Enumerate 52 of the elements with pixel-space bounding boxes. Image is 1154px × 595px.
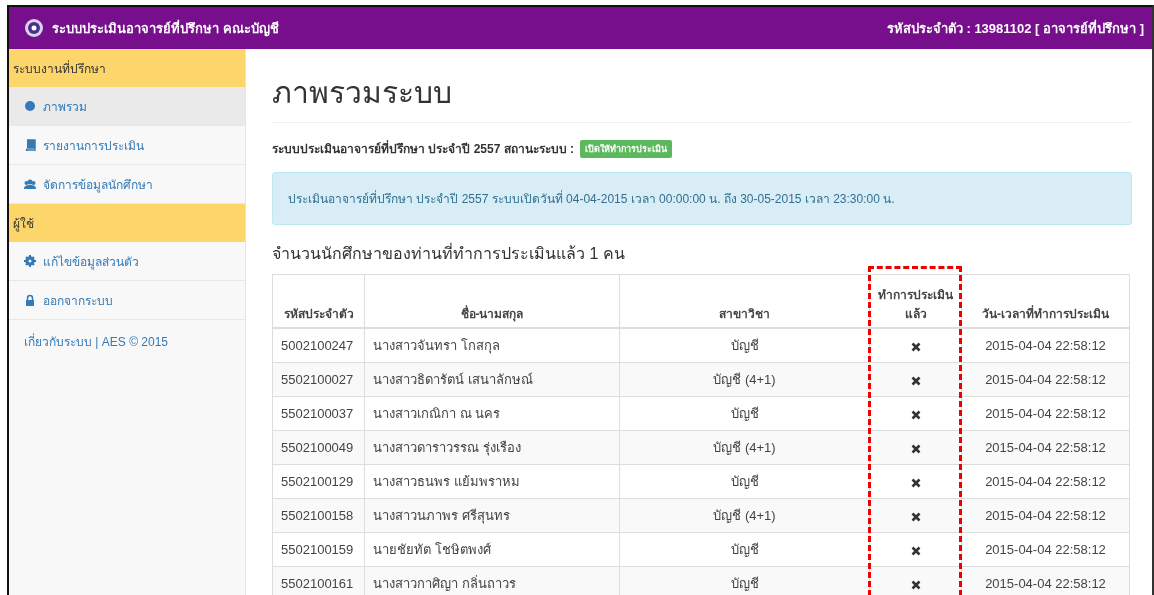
table-cell: 5502100158: [272, 498, 365, 533]
column-header: ชื่อ-นามสกุล: [364, 274, 620, 328]
table-cell: นางสาวธนพร แย้มพราหม: [364, 464, 620, 499]
column-header: สาขาวิชา: [619, 274, 870, 328]
table-cell: 2015-04-04 22:58:12: [961, 532, 1130, 567]
table-cell: 5502100037: [272, 396, 365, 431]
gear-icon: [24, 255, 36, 267]
table-cell: บัญชี: [619, 532, 870, 567]
table-cell: 2015-04-04 22:58:12: [961, 430, 1130, 465]
table-cell: นางสาวธิดารัตน์ เสนาลักษณ์: [364, 362, 620, 397]
column-header: ทำการประเมินแล้ว: [869, 274, 962, 328]
table-cell: 5002100247: [272, 328, 365, 363]
table-cell: บัญชี (4+1): [619, 362, 870, 397]
app-title: ระบบประเมินอาจารย์ที่ปรึกษา คณะบัญชี: [52, 18, 279, 39]
user-info: รหัสประจำตัว : 13981102 [ อาจารย์ที่ปรึกษา ]: [886, 18, 1144, 38]
status-badge: เปิดให้ทำการประเมิน: [580, 139, 673, 158]
sidebar-item[interactable]: ภาพรวม: [9, 87, 245, 126]
lock-icon: [24, 294, 36, 306]
table-cell: บัญชี: [619, 396, 870, 431]
table-cell: นางสาวนภาพร ศรีสุนทร: [364, 498, 620, 533]
table-cell: 5502100161: [272, 566, 365, 595]
table-cell: นางสาวจันทรา โกสกุล: [364, 328, 620, 363]
table-cell: นางสาวกาศิญา กลิ่นถาวร: [364, 566, 620, 595]
page-title: ภาพรวมระบบ: [272, 69, 1132, 123]
section-header: ผู้ใช้: [9, 204, 245, 242]
table-cell: 2015-04-04 22:58:12: [961, 464, 1130, 499]
table-cell: บัญชี: [619, 566, 870, 595]
table-cell: 2015-04-04 22:58:12: [961, 328, 1130, 363]
about-link[interactable]: เกี่ยวกับระบบ | AES © 2015: [9, 320, 245, 363]
book-icon: [24, 139, 36, 151]
section-header: ระบบงานที่ปรึกษา: [9, 49, 245, 87]
table-cell: 2015-04-04 22:58:12: [961, 498, 1130, 533]
table-cell: 2015-04-04 22:58:12: [961, 362, 1130, 397]
table-cell: 5502100049: [272, 430, 365, 465]
users-icon: [24, 178, 36, 190]
column-header: รหัสประจำตัว: [272, 274, 365, 328]
table-cell: 5502100159: [272, 532, 365, 567]
table-cell: นายชัยทัต โชษิตพงศ์: [364, 532, 620, 567]
table-cell: บัญชี (4+1): [619, 498, 870, 533]
info-alert: ประเมินอาจารย์ที่ปรึกษา ประจำปี 2557 ระบบเปิดวันที่ 04-04-2015 เวลา 00:00:00 น. ถึง 30-05-2015 เวลา 23:30:00 น.: [272, 172, 1132, 225]
status-text: ระบบประเมินอาจารย์ที่ปรึกษา ประจำปี 2557 สถานะระบบ :: [272, 139, 575, 158]
table-cell: บัญชี (4+1): [619, 430, 870, 465]
dot-icon: [24, 100, 36, 112]
table-cell: 2015-04-04 22:58:12: [961, 396, 1130, 431]
column-header: วัน-เวลาที่ทำการประเมิน: [961, 274, 1130, 328]
count-heading: จำนวนนักศึกษาของท่านที่ทำการประเมินแล้ว 1 คน: [272, 242, 626, 264]
logo-icon: [25, 19, 43, 37]
table-cell: นางสาวเกณิกา ณ นคร: [364, 396, 620, 431]
table-cell: 5502100027: [272, 362, 365, 397]
table-cell: 2015-04-04 22:58:12: [961, 566, 1130, 595]
table-cell: 5502100129: [272, 464, 365, 499]
table-cell: นางสาวดาราวรรณ รุ่งเรือง: [364, 430, 620, 465]
